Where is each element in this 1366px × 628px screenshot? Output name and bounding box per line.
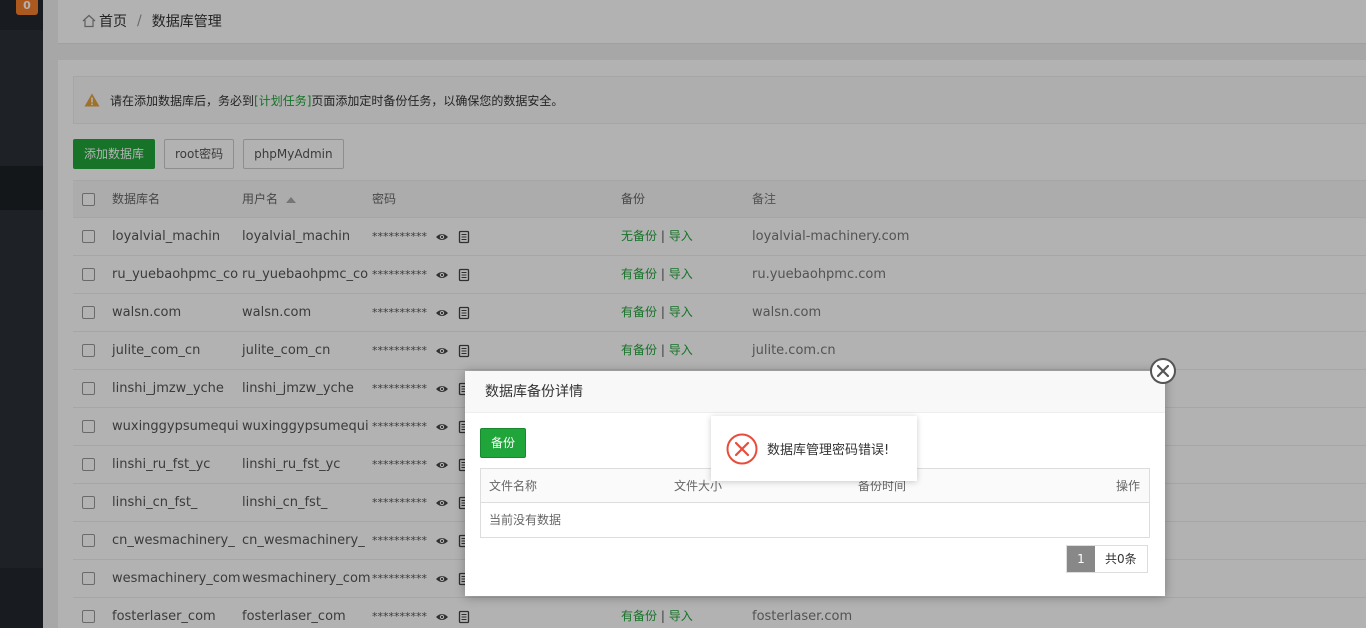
- col-action: 操作: [1115, 479, 1140, 493]
- page-total: 共0条: [1095, 546, 1147, 572]
- empty-row: 当前没有数据: [481, 503, 1149, 537]
- page-current[interactable]: 1: [1067, 546, 1095, 572]
- backup-button[interactable]: 备份: [480, 428, 527, 458]
- col-file-name: 文件名称: [489, 479, 538, 493]
- dialog-close-button[interactable]: [1150, 358, 1176, 384]
- dialog-title: 数据库备份详情: [465, 371, 1165, 413]
- pagination: 1 共0条: [1066, 545, 1148, 573]
- close-icon: [1156, 364, 1170, 378]
- error-icon: [726, 433, 758, 464]
- empty-message: 当前没有数据: [489, 513, 562, 527]
- error-toast: 数据库管理密码错误!: [711, 416, 917, 481]
- backup-details-dialog: 数据库备份详情 备份 文件名称 文件大小 备份时间 操作 当前没有数据 1 共0…: [465, 358, 1176, 596]
- error-message: 数据库管理密码错误!: [767, 443, 890, 458]
